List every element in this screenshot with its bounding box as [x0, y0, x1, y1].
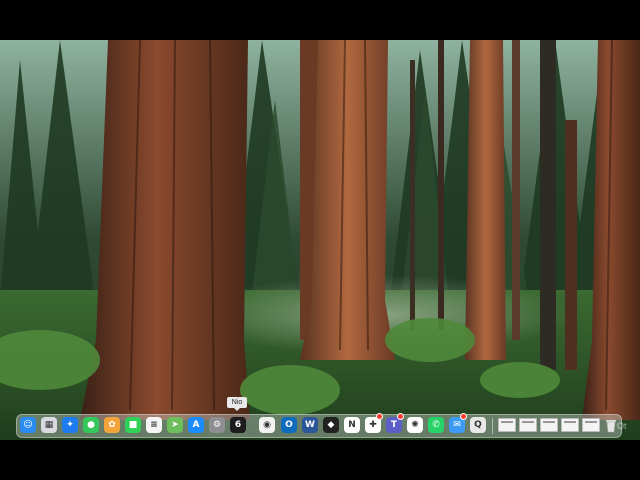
mail-icon-glyph: ✉ — [453, 419, 461, 430]
messages-icon-glyph: ● — [87, 419, 95, 430]
chrome-icon[interactable]: ◉ — [259, 417, 275, 433]
minimized-window-thumbnail[interactable] — [498, 418, 516, 432]
launchpad-icon[interactable]: ▦ — [41, 417, 57, 433]
quicktime-icon[interactable]: Q — [470, 417, 486, 433]
facetime-icon-glyph: ■ — [128, 419, 138, 430]
word-icon[interactable]: W — [302, 417, 318, 433]
outlook-icon-glyph: O — [285, 419, 293, 430]
nio-icon[interactable]: 6 — [230, 417, 246, 433]
finder-icon-glyph: ☺ — [23, 419, 33, 430]
launchpad-icon-glyph: ▦ — [44, 419, 54, 430]
settings-icon[interactable]: ⚙ — [209, 417, 225, 433]
app-store-icon-glyph: A — [192, 419, 200, 430]
teams-icon-glyph: T — [390, 419, 398, 430]
desktop-wallpaper — [0, 40, 640, 440]
messages-icon[interactable]: ● — [83, 417, 99, 433]
dock-separator — [492, 418, 493, 434]
minimized-window-thumbnail[interactable] — [519, 418, 537, 432]
minimized-window-thumbnail[interactable] — [582, 418, 600, 432]
notion-icon-glyph: N — [348, 419, 356, 430]
chatgpt-icon-glyph: ✺ — [411, 419, 419, 430]
minimized-window-thumbnail[interactable] — [540, 418, 558, 432]
facetime-icon[interactable]: ■ — [125, 417, 141, 433]
safari-icon[interactable]: ✦ — [62, 417, 78, 433]
sketch-icon[interactable]: ◆ — [323, 417, 339, 433]
settings-icon-glyph: ⚙ — [212, 419, 222, 430]
word-icon-glyph: W — [305, 419, 315, 430]
screen: Nio Ot ☺ ▦ ✦ ● ✿ ■ ≡ ➤ A ⚙ 6 ◉ O W ◆ N ✚ T ✺ ✆ ✉ Q — [0, 0, 640, 480]
minimized-window-thumbnail[interactable] — [561, 418, 579, 432]
nio-icon-glyph: 6 — [234, 419, 242, 430]
whatsapp-icon[interactable]: ✆ — [428, 417, 444, 433]
photos-icon-glyph: ✿ — [108, 419, 116, 430]
notification-badge — [460, 413, 467, 420]
outlook-icon[interactable]: O — [281, 417, 297, 433]
quicktime-icon-glyph: Q — [474, 419, 482, 430]
wallpaper-image — [0, 40, 640, 440]
maps-icon[interactable]: ➤ — [167, 417, 183, 433]
notion-icon[interactable]: N — [344, 417, 360, 433]
trash-icon[interactable] — [603, 417, 619, 433]
photos-icon[interactable]: ✿ — [104, 417, 120, 433]
notification-badge — [397, 413, 404, 420]
reminders-icon[interactable]: ≡ — [146, 417, 162, 433]
app-store-icon[interactable]: A — [188, 417, 204, 433]
notification-badge — [376, 413, 383, 420]
sketch-icon-glyph: ◆ — [327, 419, 335, 430]
trash-can-shape — [606, 419, 616, 432]
whatsapp-icon-glyph: ✆ — [432, 419, 440, 430]
chrome-icon-glyph: ◉ — [263, 419, 271, 430]
slack-icon-glyph: ✚ — [369, 419, 377, 430]
reminders-icon-glyph: ≡ — [150, 419, 158, 430]
maps-icon-glyph: ➤ — [171, 419, 179, 430]
finder-icon[interactable]: ☺ — [20, 417, 36, 433]
dock-tooltip: Nio — [227, 397, 247, 411]
chatgpt-icon[interactable]: ✺ — [407, 417, 423, 433]
safari-icon-glyph: ✦ — [66, 419, 74, 430]
